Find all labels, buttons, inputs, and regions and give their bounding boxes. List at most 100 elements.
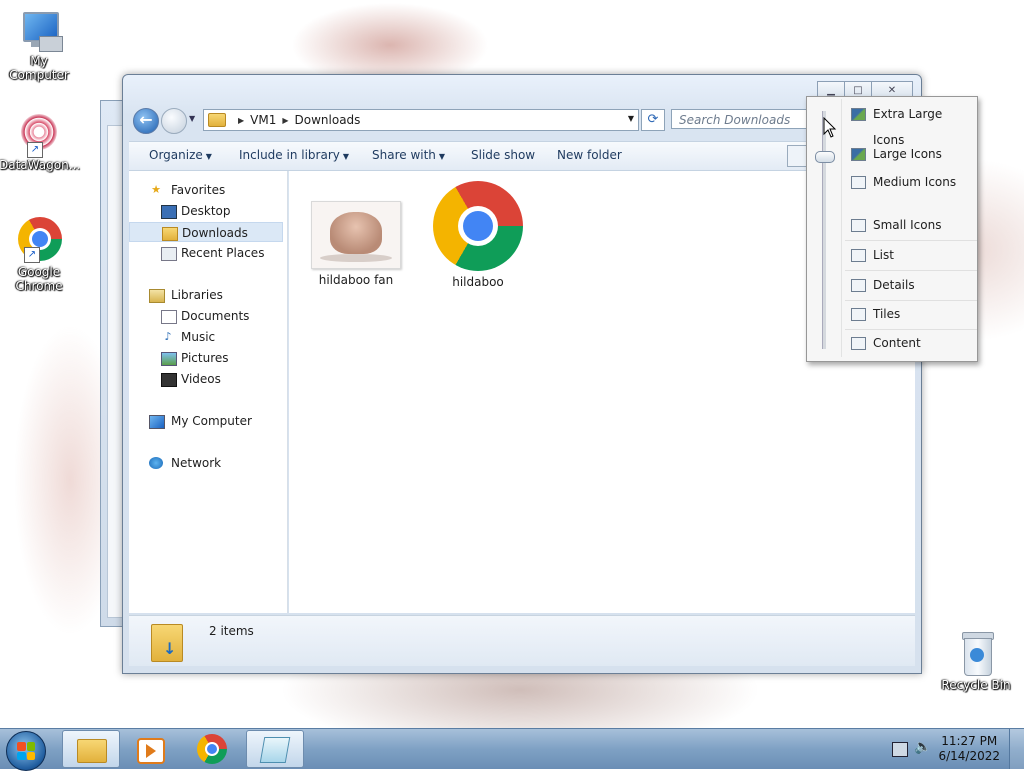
address-dropdown-icon[interactable]: ▼: [628, 114, 634, 123]
option-label: Large Icons: [873, 147, 942, 161]
nav-label: Pictures: [181, 351, 229, 365]
nav-my-computer[interactable]: My Computer: [129, 411, 283, 431]
slide-show-button[interactable]: Slide show: [471, 148, 535, 162]
chevron-down-icon: ▼: [205, 152, 212, 161]
slideshow-label: Slide show: [471, 148, 536, 162]
address-bar[interactable]: ▶ VM1 ▶ Downloads ▼: [203, 109, 639, 131]
notepad-icon: [259, 737, 291, 763]
taskbar: 🔈 11:27 PM 6/14/2022: [0, 728, 1024, 771]
forward-button[interactable]: [161, 108, 187, 134]
search-input[interactable]: Search Downloads: [671, 109, 811, 129]
system-tray: 🔈 11:27 PM 6/14/2022: [874, 729, 1024, 769]
file-item[interactable]: hildaboo: [423, 181, 533, 289]
music-note-icon: ♪: [164, 330, 172, 343]
star-icon: ★: [151, 183, 161, 196]
mouse-cursor-icon: [823, 117, 837, 138]
option-label: List: [873, 248, 894, 262]
desktop-icon: [161, 205, 177, 219]
nav-label: Videos: [181, 372, 221, 386]
chevron-down-icon: ▼: [342, 152, 350, 161]
nav-label: Desktop: [181, 204, 231, 218]
desktop-icon-datawagon[interactable]: ↗ DataWagon...: [0, 112, 80, 172]
medium-icons-icon: [851, 176, 866, 189]
view-option-small-icons[interactable]: Small Icons: [845, 212, 973, 238]
libraries-icon: [149, 289, 165, 303]
computer-icon: [149, 415, 165, 429]
nav-label: My Computer: [171, 414, 252, 428]
nav-libraries[interactable]: Libraries: [129, 285, 283, 305]
view-size-slider[interactable]: [822, 111, 826, 349]
file-name: hildaboo fan: [318, 273, 394, 287]
newfolder-label: New folder: [557, 148, 622, 162]
breadcrumb-root[interactable]: VM1: [250, 113, 276, 127]
view-option-extra-large-icons[interactable]: Extra Large Icons: [845, 101, 973, 147]
desktop-icon-label: My Computer: [9, 54, 69, 82]
option-label: Medium Icons: [873, 175, 957, 189]
menu-divider: [845, 270, 977, 271]
back-button[interactable]: ←: [133, 108, 159, 134]
taskbar-notepad-button[interactable]: [246, 730, 304, 768]
network-tray-icon[interactable]: [892, 742, 908, 757]
network-icon: [149, 457, 163, 469]
file-name: hildaboo: [452, 275, 504, 289]
volume-icon[interactable]: 🔈: [914, 739, 931, 755]
desktop-icon-recycle-bin[interactable]: Recycle Bin: [936, 630, 1016, 692]
organize-button[interactable]: Organize ▼: [149, 148, 212, 162]
nav-downloads[interactable]: Downloads: [129, 222, 283, 242]
slider-thumb[interactable]: [815, 151, 835, 163]
nav-label: Music: [181, 330, 216, 344]
view-option-tiles[interactable]: Tiles: [845, 301, 973, 327]
content-view-icon: [851, 337, 866, 350]
taskbar-media-player-button[interactable]: [122, 730, 178, 766]
view-option-details[interactable]: Details: [845, 272, 973, 298]
include-in-library-button[interactable]: Include in library ▼: [239, 148, 349, 162]
documents-icon: [161, 310, 177, 324]
menu-divider: [845, 240, 977, 241]
nav-pictures[interactable]: Pictures: [129, 348, 283, 368]
breadcrumb-folder[interactable]: Downloads: [295, 113, 361, 127]
start-button[interactable]: [6, 731, 46, 771]
share-with-button[interactable]: Share with ▼: [372, 148, 445, 162]
datawagon-icon: ↗: [17, 112, 61, 158]
windows-logo-icon: [17, 742, 35, 760]
explorer-window[interactable]: ▁ □ ✕ ← ▼ ▶ VM1 ▶ Downloads ▼ ⟳ Search D…: [122, 74, 922, 674]
view-option-list[interactable]: List: [845, 242, 973, 268]
nav-recent-places[interactable]: Recent Places: [129, 243, 283, 263]
view-option-large-icons[interactable]: Large Icons: [845, 141, 973, 167]
show-desktop-button[interactable]: [1009, 729, 1024, 769]
item-count: 2 items: [209, 624, 254, 638]
chevron-right-icon[interactable]: ▶: [238, 116, 244, 125]
recent-pages-dropdown-icon[interactable]: ▼: [189, 114, 195, 123]
folder-icon: [77, 739, 107, 763]
command-bar: Organize ▼ Include in library ▼ Share with…: [129, 141, 915, 171]
nav-label: Libraries: [171, 288, 223, 302]
new-folder-button[interactable]: New folder: [557, 148, 622, 162]
desktop-icon-label: Google Chrome: [15, 265, 63, 293]
nav-favorites[interactable]: ★ Favorites: [129, 180, 283, 200]
file-item[interactable]: hildaboo fan: [301, 201, 411, 287]
clock[interactable]: 11:27 PM 6/14/2022: [938, 734, 1000, 764]
nav-videos[interactable]: Videos: [129, 369, 283, 389]
shortcut-arrow-icon: ↗: [24, 247, 40, 263]
film-icon: [161, 373, 177, 387]
refresh-button[interactable]: ⟳: [641, 109, 665, 131]
desktop-icon-google-chrome[interactable]: ↗ Google Chrome: [0, 215, 79, 293]
desktop-icon-my-computer[interactable]: My Computer: [0, 10, 79, 82]
nav-documents[interactable]: Documents: [129, 306, 283, 326]
share-label: Share with: [372, 148, 436, 162]
desktop-icon-label: Recycle Bin: [941, 678, 1011, 692]
details-view-icon: [851, 279, 866, 292]
nav-music[interactable]: ♪ Music: [129, 327, 283, 347]
media-player-icon: [137, 738, 165, 764]
taskbar-chrome-button[interactable]: [184, 730, 240, 766]
option-label: Details: [873, 278, 915, 292]
computer-icon: [19, 10, 63, 54]
view-option-content[interactable]: Content: [845, 330, 973, 356]
nav-desktop[interactable]: Desktop: [129, 201, 283, 221]
taskbar-explorer-button[interactable]: [62, 730, 120, 768]
navigation-pane: ★ Favorites Desktop Downloads Recent Pla…: [129, 171, 288, 613]
nav-network[interactable]: Network: [129, 453, 283, 473]
chevron-right-icon[interactable]: ▶: [282, 116, 288, 125]
view-option-medium-icons[interactable]: Medium Icons: [845, 169, 973, 195]
nav-label: Favorites: [171, 183, 226, 197]
